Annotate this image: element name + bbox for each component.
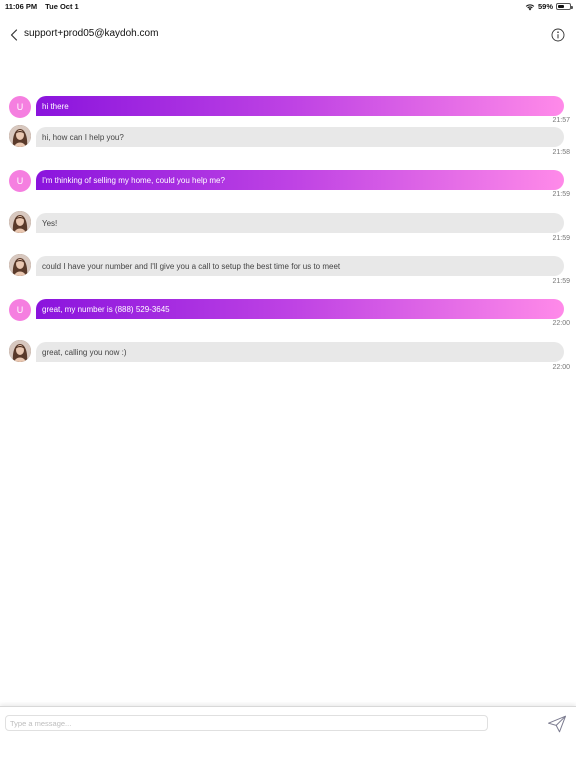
- message-time: 21:59: [552, 278, 570, 285]
- message-input[interactable]: [5, 715, 488, 731]
- message-row: Yes! 21:59: [0, 211, 576, 256]
- avatar: [9, 125, 31, 147]
- info-icon[interactable]: [551, 28, 565, 42]
- message-bubble: Yes!: [36, 213, 564, 233]
- avatar: [9, 211, 31, 233]
- message-text: great, my number is (888) 529-3645: [42, 304, 170, 314]
- message-bubble: great, my number is (888) 529-3645: [36, 299, 564, 319]
- avatar: [9, 254, 31, 276]
- message-bubble: could I have your number and I'll give y…: [36, 256, 564, 276]
- message-row: great, calling you now :) 22:00: [0, 340, 576, 385]
- message-time: 22:00: [552, 364, 570, 371]
- send-icon[interactable]: [547, 715, 567, 733]
- battery-percent: 59%: [537, 2, 553, 11]
- message-time: 21:59: [552, 235, 570, 242]
- status-time: 11:06 PM: [5, 2, 38, 11]
- message-text: hi, how can I help you?: [42, 132, 124, 142]
- agent-avatar-icon: [9, 340, 31, 362]
- back-button[interactable]: [6, 26, 22, 44]
- message-bubble: great, calling you now :): [36, 342, 564, 362]
- message-time: 22:00: [552, 320, 570, 327]
- agent-avatar-icon: [9, 125, 31, 147]
- battery-icon: [556, 3, 573, 10]
- message-bubble: hi, how can I help you?: [36, 127, 564, 147]
- nav-bar: support+prod05@kaydoh.com: [0, 22, 576, 48]
- message-text: great, calling you now :): [42, 347, 127, 357]
- status-right: 59%: [525, 2, 573, 11]
- agent-avatar-icon: [9, 211, 31, 233]
- message-text: hi there: [42, 101, 69, 111]
- message-time: 21:57: [552, 117, 570, 124]
- message-text: I'm thinking of selling my home, could y…: [42, 175, 225, 185]
- conversation-title: support+prod05@kaydoh.com: [24, 28, 159, 39]
- message-time: 21:59: [552, 191, 570, 198]
- message-bubble: I'm thinking of selling my home, could y…: [36, 170, 564, 190]
- status-date: Tue Oct 1: [45, 2, 79, 11]
- wifi-icon: [525, 3, 535, 10]
- avatar: [9, 340, 31, 362]
- message-row: U great, my number is (888) 529-3645 22:…: [0, 287, 576, 330]
- agent-avatar-icon: [9, 254, 31, 276]
- message-time: 21:58: [552, 149, 570, 156]
- avatar: U: [9, 96, 31, 118]
- avatar: U: [9, 170, 31, 192]
- chevron-left-icon: [10, 29, 18, 41]
- message-text: could I have your number and I'll give y…: [42, 261, 341, 271]
- message-bubble: hi there: [36, 96, 564, 116]
- message-text: Yes!: [42, 218, 58, 228]
- avatar: U: [9, 299, 31, 321]
- message-row: U hi there 21:57: [0, 84, 576, 127]
- message-row: U I'm thinking of selling my home, could…: [0, 158, 576, 201]
- status-bar: 11:06 PM Tue Oct 1 59%: [0, 0, 576, 13]
- composer: [0, 706, 576, 768]
